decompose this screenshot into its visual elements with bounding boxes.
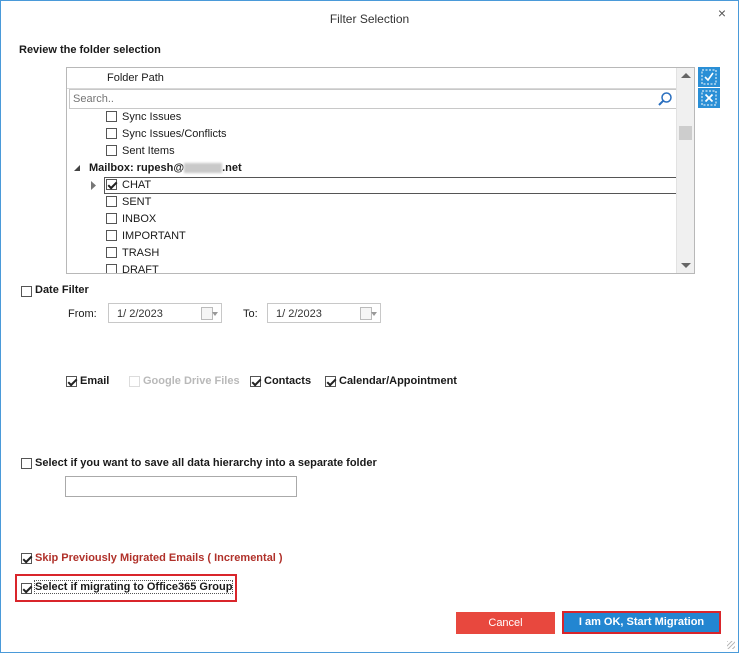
redacted-domain [184, 163, 223, 174]
from-label: From: [68, 308, 97, 320]
folder-row[interactable]: CHAT [67, 177, 677, 194]
cancel-button[interactable]: Cancel [456, 612, 555, 634]
folder-row[interactable]: DRAFT [67, 262, 676, 274]
incremental-checkbox[interactable] [21, 553, 32, 564]
select-all-button[interactable] [698, 67, 720, 87]
google-drive-label: Google Drive Files [143, 375, 240, 387]
folder-tree-grid[interactable]: Folder Path Sync Issues Sync Issues/Conf… [66, 67, 695, 274]
folder-label: CHAT [122, 179, 152, 191]
start-migration-button[interactable]: I am OK, Start Migration [562, 611, 721, 634]
scroll-thumb[interactable] [679, 126, 692, 140]
close-icon[interactable]: × [718, 5, 726, 21]
selection-outline [104, 177, 677, 194]
scroll-down-icon[interactable] [681, 263, 691, 268]
folder-checkbox[interactable] [106, 111, 117, 122]
folder-label: Sync Issues/Conflicts [122, 128, 227, 140]
dialog-title: Filter Selection [329, 12, 410, 26]
office365-group-checkbox[interactable] [21, 583, 32, 594]
folder-checkbox[interactable] [106, 213, 117, 224]
calendar-checkbox[interactable] [325, 376, 336, 387]
folder-checkbox[interactable] [106, 247, 117, 258]
date-filter-checkbox[interactable] [21, 286, 32, 297]
folder-label: SENT [122, 196, 152, 208]
folder-row[interactable]: Sent Items [67, 143, 676, 160]
folder-row[interactable]: Sync Issues [67, 109, 676, 126]
folder-label: INBOX [122, 213, 157, 225]
folder-label: Sent Items [122, 145, 175, 157]
from-date-value: 1/ 2/2023 [117, 308, 163, 320]
expand-arrow-icon[interactable] [91, 181, 97, 190]
collapse-arrow-icon[interactable] [73, 164, 81, 172]
folder-section-heading: Review the folder selection [19, 44, 161, 56]
folder-checkbox[interactable] [106, 230, 117, 241]
deselect-all-button[interactable] [698, 88, 720, 108]
google-drive-checkbox[interactable] [129, 376, 140, 387]
date-filter-label: Date Filter [35, 284, 89, 296]
mailbox-row[interactable]: Mailbox: rupesh@ .net [67, 160, 676, 177]
to-label: To: [243, 308, 258, 320]
contacts-checkbox[interactable] [250, 376, 261, 387]
title-bar: Filter Selection × [1, 1, 738, 35]
from-date-picker[interactable]: 1/ 2/2023 [108, 303, 222, 323]
hierarchy-label: Select if you want to save all data hier… [35, 457, 377, 469]
hierarchy-folder-input[interactable] [65, 476, 297, 497]
mailbox-label: Mailbox: rupesh@ .net [89, 162, 242, 174]
contacts-label: Contacts [264, 375, 312, 387]
email-checkbox[interactable] [66, 376, 77, 387]
grid-header: Folder Path [67, 68, 676, 89]
folder-label: Sync Issues [122, 111, 182, 123]
chevron-down-icon[interactable] [212, 312, 218, 316]
check-all-icon [701, 69, 717, 85]
folder-checkbox[interactable] [106, 196, 117, 207]
folder-label: IMPORTANT [122, 230, 186, 242]
folder-checkbox[interactable] [106, 264, 117, 273]
uncheck-all-icon [701, 90, 717, 106]
email-label: Email [80, 375, 110, 387]
folder-row[interactable]: INBOX [67, 211, 676, 228]
folder-search-input[interactable] [73, 92, 643, 106]
hierarchy-checkbox[interactable] [21, 458, 32, 469]
filter-selection-dialog: Filter Selection × Review the folder sel… [0, 0, 739, 653]
folder-label: DRAFT [122, 264, 159, 274]
chevron-down-icon[interactable] [371, 312, 377, 316]
folder-checkbox[interactable] [106, 145, 117, 156]
scroll-up-icon[interactable] [681, 73, 691, 78]
resize-grip-icon[interactable] [727, 641, 735, 649]
folder-search[interactable] [69, 89, 677, 109]
folder-row[interactable]: TRASH [67, 245, 676, 262]
to-date-picker[interactable]: 1/ 2/2023 [267, 303, 381, 323]
folder-checkbox[interactable] [106, 128, 117, 139]
folder-row[interactable]: SENT [67, 194, 676, 211]
office365-group-label: Select if migrating to Office365 Group [33, 580, 234, 594]
to-date-value: 1/ 2/2023 [276, 308, 322, 320]
vertical-scrollbar[interactable] [676, 68, 694, 273]
folder-checkbox[interactable] [106, 179, 117, 190]
folder-row[interactable]: Sync Issues/Conflicts [67, 126, 676, 143]
folder-label: TRASH [122, 247, 160, 259]
column-header-folder-path[interactable]: Folder Path [107, 72, 164, 84]
folder-row[interactable]: IMPORTANT [67, 228, 676, 245]
search-icon[interactable] [657, 91, 673, 107]
incremental-label: Skip Previously Migrated Emails ( Increm… [35, 552, 283, 564]
calendar-label: Calendar/Appointment [339, 375, 457, 387]
